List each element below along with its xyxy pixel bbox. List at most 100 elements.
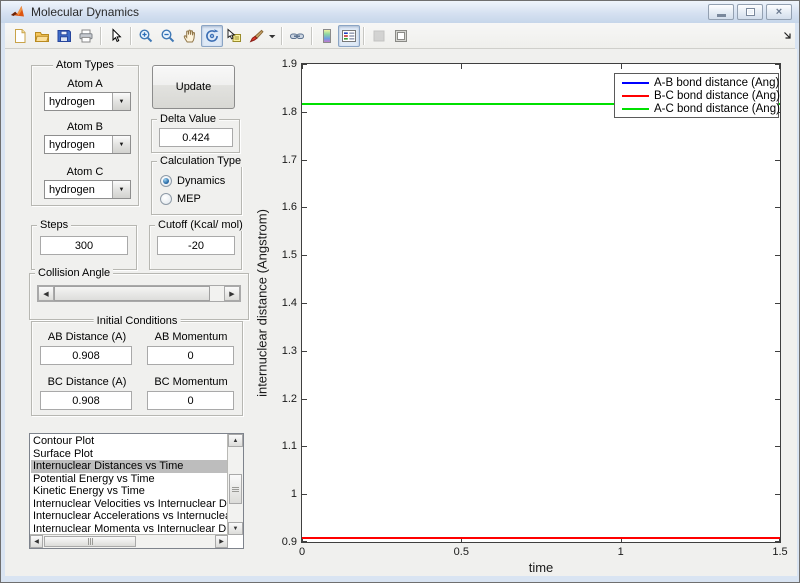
y-tick <box>775 303 780 304</box>
y-tick <box>302 159 307 161</box>
brush-icon[interactable] <box>245 25 267 47</box>
atom-b-dropdown[interactable]: hydrogen ▼ <box>44 135 131 154</box>
print-figure-icon[interactable] <box>75 25 97 47</box>
horizontal-scrollbar[interactable]: ◀ ▶ <box>30 534 228 548</box>
chevron-down-icon[interactable]: ▼ <box>112 181 130 198</box>
legend-line-sample <box>622 81 649 84</box>
scroll-down-icon[interactable]: ▼ <box>228 522 243 535</box>
link-plots-icon[interactable] <box>286 25 308 47</box>
atom-a-value: hydrogen <box>49 95 95 108</box>
vertical-scrollbar[interactable]: ▲ ▼ <box>227 434 243 535</box>
horizontal-scroll-thumb[interactable] <box>44 536 136 547</box>
slider-thumb[interactable] <box>54 286 210 301</box>
toolbar-separator <box>130 26 132 45</box>
radio-mep-label: MEP <box>177 193 201 205</box>
pointer-icon[interactable] <box>105 25 127 47</box>
rotate-3d-icon[interactable] <box>201 24 223 47</box>
y-tick <box>775 350 780 352</box>
y-tick <box>302 303 307 304</box>
y-tick-label: 1.6 <box>281 201 297 214</box>
bc-momentum-label: BC Momentum <box>154 376 228 388</box>
titlebar[interactable]: Molecular Dynamics × <box>1 1 799 23</box>
atom-c-dropdown[interactable]: hydrogen ▼ <box>44 180 131 199</box>
y-tick <box>302 446 307 448</box>
update-button[interactable]: Update <box>152 65 235 109</box>
x-tick <box>302 64 303 69</box>
maximize-button[interactable] <box>737 4 763 20</box>
bc-distance-label: BC Distance (A) <box>47 376 127 388</box>
listbox-item[interactable]: Internuclear Accelerations vs Internucle… <box>31 510 227 523</box>
listbox-item[interactable]: Internuclear Distances vs Time <box>31 460 227 473</box>
atom-types-panel: Atom Types Atom A hydrogen ▼ Atom B hydr… <box>31 59 139 206</box>
pan-hand-icon[interactable] <box>179 25 201 47</box>
chevron-down-icon[interactable]: ▼ <box>112 136 130 153</box>
cutoff-field[interactable]: -20 <box>157 236 235 255</box>
y-tick-label: 1.8 <box>281 105 297 118</box>
steps-field[interactable]: 300 <box>40 236 128 255</box>
listbox-item[interactable]: Kinetic Energy vs Time <box>31 485 227 498</box>
cutoff-panel: Cutoff (Kcal/ mol) -20 <box>149 219 246 270</box>
legend-entry: A-B bond distance (Ang) <box>615 76 780 89</box>
collision-angle-title: Collision Angle <box>35 267 114 279</box>
bc-momentum-field[interactable]: 0 <box>147 391 234 410</box>
listbox-item[interactable]: Internuclear Velocities vs Internuclear … <box>31 498 227 511</box>
listbox-item[interactable]: Surface Plot <box>31 448 227 461</box>
ab-momentum-label: AB Momentum <box>154 331 228 343</box>
listbox-item[interactable]: Internuclear Momenta vs Internuclear Dis… <box>31 523 227 535</box>
calculation-type-title: Calculation Type <box>157 155 245 167</box>
listbox-item[interactable]: Contour Plot <box>31 435 227 448</box>
atom-a-dropdown[interactable]: hydrogen ▼ <box>44 92 131 111</box>
window-title: Molecular Dynamics <box>31 5 140 19</box>
zoom-out-icon[interactable] <box>157 25 179 47</box>
ab-momentum-field[interactable]: 0 <box>147 346 234 365</box>
plot-tools-off-icon[interactable] <box>368 25 390 47</box>
scroll-up-icon[interactable]: ▲ <box>228 434 243 447</box>
delta-value-field[interactable]: 0.424 <box>159 128 233 147</box>
delta-value-panel: Delta Value 0.424 <box>151 113 240 153</box>
open-file-icon[interactable] <box>31 25 53 47</box>
save-figure-icon[interactable] <box>53 25 75 47</box>
radio-icon[interactable] <box>160 175 172 187</box>
ab-distance-field[interactable]: 0.908 <box>40 346 132 365</box>
collision-angle-slider[interactable]: ◀ ▶ <box>37 285 241 302</box>
close-button[interactable]: × <box>766 4 792 20</box>
steps-panel: Steps 300 <box>31 219 137 270</box>
bc-distance-field[interactable]: 0.908 <box>40 391 132 410</box>
slider-right-arrow-icon[interactable]: ▶ <box>224 286 240 301</box>
x-tick <box>620 64 622 69</box>
radio-icon[interactable] <box>160 193 172 205</box>
x-tick-label: 1 <box>617 546 624 558</box>
chevron-down-icon[interactable]: ▼ <box>112 93 130 110</box>
insert-colorbar-icon[interactable] <box>316 25 338 47</box>
window-controls: × <box>708 4 792 20</box>
ab-distance-label: AB Distance (A) <box>47 331 127 343</box>
atom-b-label: Atom B <box>66 121 104 133</box>
new-document-icon[interactable] <box>9 25 31 47</box>
legend-label: A-B bond distance (Ang) <box>654 76 780 89</box>
zoom-in-icon[interactable] <box>135 25 157 47</box>
maximize-icon <box>745 8 755 16</box>
figure-canvas: Atom Types Atom A hydrogen ▼ Atom B hydr… <box>5 49 797 576</box>
listbox-item[interactable]: Potential Energy vs Time <box>31 473 227 486</box>
atom-types-title: Atom Types <box>53 59 117 71</box>
toolbar-separator <box>311 26 313 45</box>
vertical-scroll-thumb[interactable] <box>229 474 242 504</box>
plot-tools-dock-icon[interactable] <box>390 25 412 47</box>
toolbar-overflow-icon[interactable] <box>783 31 792 40</box>
x-tick-label: 0.5 <box>453 546 469 558</box>
radio-dynamics[interactable]: Dynamics <box>160 175 225 187</box>
brush-dropdown-icon[interactable] <box>267 25 278 47</box>
data-cursor-icon[interactable] <box>223 25 245 47</box>
plot-legend[interactable]: A-B bond distance (Ang) B-C bond distance… <box>614 73 780 118</box>
radio-mep[interactable]: MEP <box>160 193 201 205</box>
radio-dynamics-label: Dynamics <box>177 175 226 187</box>
scroll-right-icon[interactable]: ▶ <box>215 535 228 548</box>
axes-plot[interactable]: internuclear distance (Angstrom) time 0.… <box>255 58 788 575</box>
legend-line-sample <box>622 95 649 98</box>
scroll-left-icon[interactable]: ◀ <box>30 535 43 548</box>
y-tick <box>302 207 307 209</box>
minimize-button[interactable] <box>708 4 734 20</box>
slider-left-arrow-icon[interactable]: ◀ <box>38 286 54 301</box>
plot-type-listbox[interactable]: Contour Plot Surface Plot Internuclear Dis… <box>29 433 244 549</box>
insert-legend-icon[interactable] <box>338 24 360 47</box>
